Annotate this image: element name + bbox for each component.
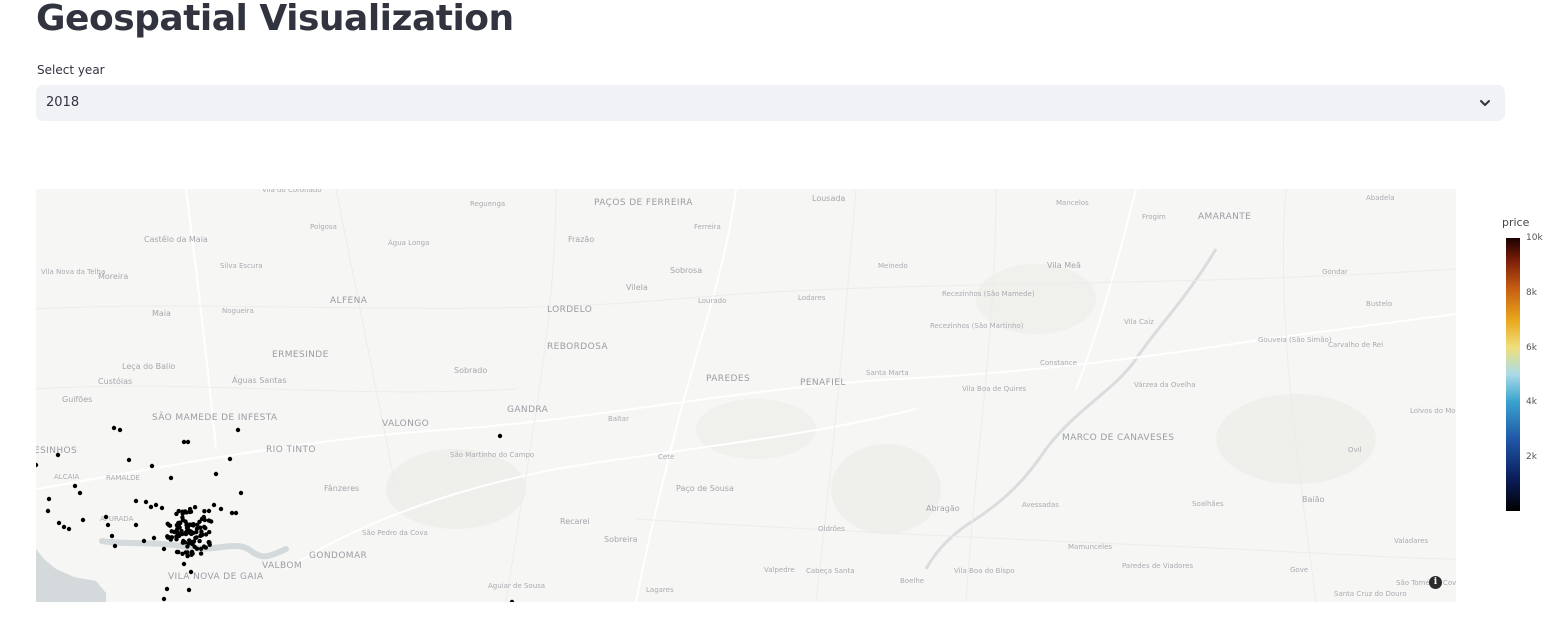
price-point [181,439,187,445]
price-point [199,531,204,537]
colorbar-title: price [1502,216,1530,229]
page-title: Geospatial Visualization [36,0,514,39]
price-point [36,462,39,468]
price-point [141,538,147,544]
colorbar-tick: 10k [1526,233,1543,243]
price-point [174,528,179,533]
price-point [169,535,175,540]
price-point [177,520,183,526]
price-point [165,534,170,539]
price-point [77,490,83,496]
price-point [213,471,219,477]
price-point [191,522,196,527]
price-point [61,524,67,530]
price-point [198,551,204,556]
price-point [174,511,179,517]
price-point [180,551,185,556]
price-point [153,502,159,508]
price-point [203,532,209,537]
price-point [206,518,212,523]
price-point [199,516,205,522]
price-point [66,526,72,532]
price-point [148,504,154,510]
price-point [159,505,165,511]
year-select-value: 2018 [46,95,80,110]
price-point [227,456,233,462]
price-point [185,553,190,559]
price-point [202,524,207,530]
price-point [191,539,197,544]
price-point [186,541,191,546]
price-point [185,439,191,445]
price-point [206,508,212,514]
colorbar-tick: 2k [1526,452,1537,462]
price-point [184,510,189,515]
price-point [103,514,109,520]
price-point [45,508,51,514]
price-point [184,522,190,527]
price-point [149,463,155,469]
price-point [180,540,186,545]
price-point [168,475,174,481]
price-point [186,587,192,593]
price-point [72,483,78,489]
price-point [133,522,139,528]
price-point [174,549,180,555]
price-point [235,427,241,433]
year-select[interactable]: 2018 [36,85,1505,121]
price-point [218,506,224,512]
price-point [143,499,149,505]
price-point [55,452,61,458]
price-point [165,521,170,526]
price-point [189,549,195,555]
price-point [126,457,132,463]
price-point [111,425,117,431]
price-point [194,546,200,551]
price-point [202,509,207,514]
price-point [161,596,167,602]
price-point [197,538,202,544]
price-point [206,539,212,545]
price-point [176,533,182,539]
price-point [169,529,174,534]
price-point [188,569,194,575]
price-point [187,506,193,512]
price-point [151,535,157,541]
price-points [36,425,515,602]
select-year-label: Select year [37,63,105,77]
colorbar-tick: 8k [1526,288,1537,298]
colorbar [1506,238,1520,511]
price-point [80,517,86,523]
price-point [509,599,515,602]
price-point [164,586,170,592]
price-point [192,505,198,510]
price-point [211,502,217,508]
price-point [233,510,239,516]
price-point [161,546,167,552]
info-icon[interactable]: i [1429,576,1442,589]
price-point [229,510,235,516]
price-point [238,490,244,496]
chevron-down-icon [1480,100,1490,106]
price-point [109,533,115,539]
colorbar-tick: 4k [1526,397,1537,407]
price-point [181,561,187,567]
price-point [497,433,503,439]
price-point [203,545,208,550]
price-point [117,427,123,433]
price-point [133,498,139,504]
price-point [105,522,111,528]
price-point [56,520,62,526]
price-point [46,496,52,502]
colorbar-tick: 6k [1526,343,1537,353]
map-plot[interactable]: Vila do Coronado Reguenga PAÇOS DE FERREIR… [36,189,1456,602]
price-point [112,543,118,549]
price-point [187,530,192,535]
